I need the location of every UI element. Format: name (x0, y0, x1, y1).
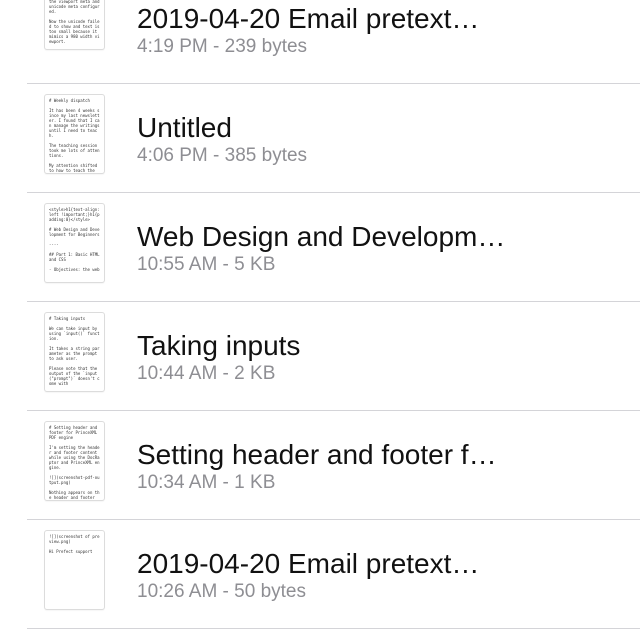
file-size: 385 bytes (224, 145, 308, 166)
file-size: 2 KB (234, 363, 276, 384)
file-preview-text: <style>h1{text-align:left !important;}h1… (49, 207, 100, 272)
file-time: 10:55 AM (137, 254, 218, 275)
file-row[interactable]: # Weekly dispatch It has been 4 weeks si… (0, 84, 640, 193)
file-title: Untitled (137, 112, 232, 143)
file-preview-text: # Taking inputs We can take input by usi… (49, 316, 100, 386)
file-time: 4:06 PM (137, 145, 208, 166)
file-preview-text: # Weekly dispatch It has been 4 weeks si… (49, 98, 100, 173)
file-preview-text: preview.png) Your app would be much usef… (49, 0, 100, 44)
meta-separator: - (217, 363, 235, 384)
file-preview-text: ![](screenshot of preview.png) Hi Prefec… (49, 534, 100, 554)
file-row[interactable]: ![](screenshot of preview.png) Hi Prefec… (0, 520, 640, 629)
file-time: 10:34 AM (137, 472, 218, 493)
file-title: Web Design and Developm… (137, 221, 506, 252)
meta-separator: - (217, 472, 235, 493)
file-title: 2019-04-20 Email pretext… (137, 548, 480, 579)
file-preview-text: # Setting header and footer for PrinceXM… (49, 425, 100, 500)
file-title: 2019-04-20 Email pretext… (137, 3, 480, 34)
file-time: 10:44 AM (137, 363, 218, 384)
file-list: preview.png) Your app would be much usef… (0, 0, 640, 640)
file-title: Setting header and footer f… (137, 439, 497, 470)
file-thumbnail: ![](screenshot of preview.png) Hi Prefec… (44, 530, 105, 610)
file-size: 239 bytes (224, 36, 308, 57)
file-size: 1 KB (234, 472, 276, 493)
meta-separator: - (207, 36, 225, 57)
file-thumbnail: # Setting header and footer for PrinceXM… (44, 421, 105, 501)
file-thumbnail: # Taking inputs We can take input by usi… (44, 312, 105, 392)
file-row[interactable]: <style>h1{text-align:left !important;}h1… (0, 193, 640, 302)
file-thumbnail: # Weekly dispatch It has been 4 weeks si… (44, 94, 105, 174)
file-meta: 4:19 PM - 239 bytes (137, 36, 307, 58)
file-meta: 10:26 AM - 50 bytes (137, 581, 306, 603)
file-row[interactable]: preview.png) Your app would be much usef… (0, 0, 640, 84)
file-meta: 4:06 PM - 385 bytes (137, 145, 307, 167)
file-title: Taking inputs (137, 330, 301, 361)
file-row[interactable]: # Setting header and footer for PrinceXM… (0, 411, 640, 520)
meta-separator: - (217, 254, 235, 275)
row-divider (27, 628, 640, 629)
file-thumbnail: <style>h1{text-align:left !important;}h1… (44, 203, 105, 283)
file-thumbnail: preview.png) Your app would be much usef… (44, 0, 105, 50)
file-time: 4:19 PM (137, 36, 208, 57)
meta-separator: - (217, 581, 235, 602)
file-row[interactable]: # Taking inputs We can take input by usi… (0, 302, 640, 411)
file-meta: 10:44 AM - 2 KB (137, 363, 275, 385)
file-meta: 10:55 AM - 5 KB (137, 254, 275, 276)
file-size: 5 KB (234, 254, 276, 275)
file-size: 50 bytes (234, 581, 306, 602)
file-meta: 10:34 AM - 1 KB (137, 472, 275, 494)
file-time: 10:26 AM (137, 581, 218, 602)
meta-separator: - (207, 145, 225, 166)
